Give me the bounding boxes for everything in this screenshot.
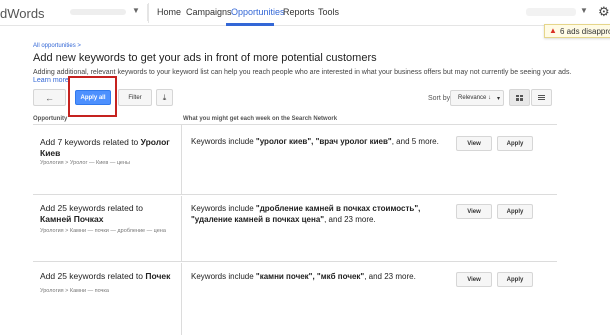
list-icon — [538, 94, 545, 101]
top-nav-bar: dWords ▼ Home Campaigns Opportunities Re… — [0, 0, 610, 26]
apply-button[interactable]: Apply — [497, 272, 533, 287]
view-button[interactable]: View — [456, 272, 492, 287]
grid-icon — [516, 94, 523, 101]
user-dropdown-caret-icon[interactable]: ▼ — [580, 6, 588, 15]
breadcrumb[interactable]: All opportunities > — [33, 43, 81, 49]
back-button[interactable]: ← — [33, 89, 66, 106]
opportunity-description: Keywords include "уролог киев", "врач ур… — [191, 137, 439, 146]
grid-view-button[interactable] — [509, 89, 530, 106]
highlight-annotation-box — [68, 76, 117, 117]
page-subtitle: Adding additional, relevant keywords to … — [33, 69, 572, 76]
apply-button[interactable]: Apply — [497, 136, 533, 151]
nav-tools[interactable]: Tools — [318, 7, 339, 17]
row-column-divider — [181, 125, 182, 195]
filter-button[interactable]: Filter — [118, 89, 152, 106]
opportunity-row: Add 7 keywords related to Уролог Киев Ур… — [33, 125, 557, 195]
sort-caret-icon: ▾ — [497, 95, 501, 102]
opportunity-title[interactable]: Add 7 keywords related to Уролог Киев — [40, 137, 175, 159]
download-button[interactable]: ⤓ — [156, 89, 173, 106]
column-header-weekly: What you might get each week on the Sear… — [183, 116, 338, 122]
opportunity-description: Keywords include "дробление камней в поч… — [191, 204, 421, 224]
opportunity-description: Keywords include "камни почек", "мкб поч… — [191, 272, 416, 281]
account-dropdown-caret-icon[interactable]: ▼ — [132, 6, 140, 15]
warning-icon: ▲ — [549, 26, 557, 35]
sort-select[interactable]: Relevance ↓ ▾ — [450, 90, 504, 106]
list-view-button[interactable] — [531, 89, 552, 106]
nav-home[interactable]: Home — [157, 7, 181, 17]
app-logo[interactable]: dWords — [0, 6, 45, 21]
gear-icon[interactable]: ⚙ — [598, 4, 610, 20]
opportunity-path: Урология > Камни — почки — дробление — ц… — [40, 228, 166, 234]
nav-campaigns[interactable]: Campaigns — [186, 7, 232, 17]
alert-text: 6 ads disapprove — [560, 27, 610, 36]
user-account-redacted[interactable] — [526, 8, 576, 16]
page-title: Add new keywords to get your ads in fron… — [33, 52, 377, 64]
opportunity-path: Урология > Уролог — Киев — цены — [40, 160, 130, 166]
opportunity-path: Урология > Камни — почка — [40, 288, 109, 294]
apply-button[interactable]: Apply — [497, 204, 533, 219]
opportunity-title[interactable]: Add 25 keywords related to Камней Почках — [40, 203, 175, 225]
row-column-divider — [181, 263, 182, 335]
sort-selected-value: Relevance ↓ — [458, 95, 492, 101]
sort-label: Sort by — [428, 95, 451, 102]
learn-more-link[interactable]: Learn more — [33, 77, 69, 84]
account-name-redacted — [70, 9, 126, 15]
column-header-opportunity: Opportunity — [33, 116, 68, 122]
view-button[interactable]: View — [456, 204, 492, 219]
row-column-divider — [181, 196, 182, 262]
view-button[interactable]: View — [456, 136, 492, 151]
active-nav-indicator — [226, 23, 274, 26]
disapproved-ads-alert[interactable]: ▲ 6 ads disapprove — [544, 24, 610, 38]
back-arrow-icon: ← — [45, 92, 54, 103]
opportunity-row: Add 25 keywords related to Камней Почках… — [33, 196, 557, 262]
nav-reports[interactable]: Reports — [283, 7, 315, 17]
download-icon: ⤓ — [162, 92, 167, 102]
opportunity-title[interactable]: Add 25 keywords related to Почек — [40, 271, 175, 282]
opportunity-row: Add 25 keywords related to Почек Урологи… — [33, 263, 557, 335]
nav-divider — [148, 3, 149, 23]
nav-opportunities[interactable]: Opportunities — [231, 7, 285, 17]
